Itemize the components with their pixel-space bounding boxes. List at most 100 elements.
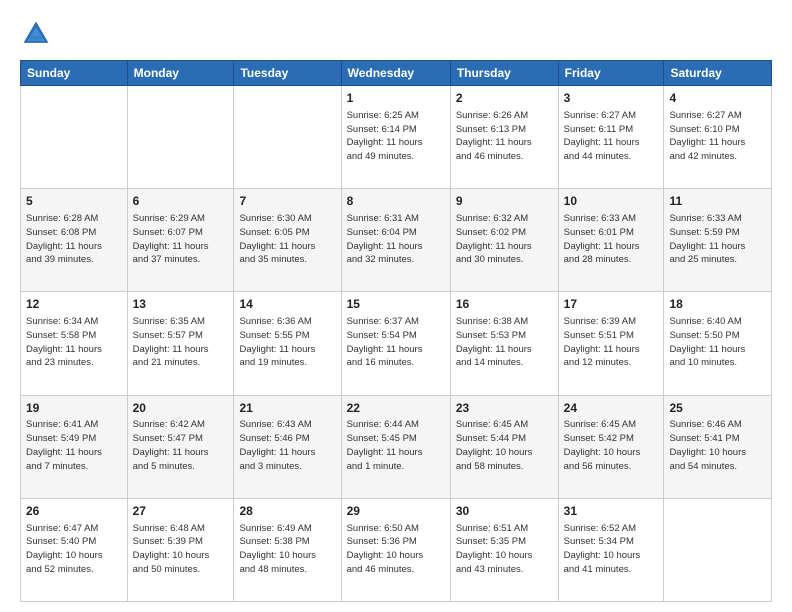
day-number: 12 [26,296,122,313]
day-info: Sunrise: 6:48 AM Sunset: 5:39 PM Dayligh… [133,522,229,577]
day-number: 6 [133,193,229,210]
day-number: 16 [456,296,553,313]
day-number: 23 [456,400,553,417]
day-cell: 31Sunrise: 6:52 AM Sunset: 5:34 PM Dayli… [558,498,664,601]
day-info: Sunrise: 6:40 AM Sunset: 5:50 PM Dayligh… [669,315,766,370]
day-info: Sunrise: 6:52 AM Sunset: 5:34 PM Dayligh… [564,522,659,577]
day-info: Sunrise: 6:43 AM Sunset: 5:46 PM Dayligh… [239,418,335,473]
day-info: Sunrise: 6:50 AM Sunset: 5:36 PM Dayligh… [347,522,445,577]
day-info: Sunrise: 6:45 AM Sunset: 5:42 PM Dayligh… [564,418,659,473]
day-cell: 10 Sunrise: 6:33 AM Sunset: 6:01 PM Dayli… [558,189,664,292]
day-info: Sunrise: 6:36 AM Sunset: 5:55 PM Dayligh… [239,315,335,370]
day-cell: 7 Sunrise: 6:30 AM Sunset: 6:05 PM Daylig… [234,189,341,292]
day-number: 18 [669,296,766,313]
day-cell [234,86,341,189]
day-cell: 24Sunrise: 6:45 AM Sunset: 5:42 PM Dayli… [558,395,664,498]
day-number: 7 [239,193,335,210]
day-cell: 17Sunrise: 6:39 AM Sunset: 5:51 PM Dayli… [558,292,664,395]
day-cell: 1 Sunrise: 6:25 AM Sunset: 6:14 PM Daylig… [341,86,450,189]
day-number: 17 [564,296,659,313]
weekday-header-monday: Monday [127,61,234,86]
day-number: 30 [456,503,553,520]
week-row-2: 5 Sunrise: 6:28 AM Sunset: 6:08 PM Daylig… [21,189,772,292]
day-cell: 20Sunrise: 6:42 AM Sunset: 5:47 PM Dayli… [127,395,234,498]
day-cell [127,86,234,189]
day-cell: 28 Sunrise: 6:49 AM Sunset: 5:38 PM Dayli… [234,498,341,601]
day-number: 29 [347,503,445,520]
day-cell: 16 Sunrise: 6:38 AM Sunset: 5:53 PM Dayli… [450,292,558,395]
page: SundayMondayTuesdayWednesdayThursdayFrid… [0,0,792,612]
day-number: 10 [564,193,659,210]
week-row-3: 12Sunrise: 6:34 AM Sunset: 5:58 PM Dayli… [21,292,772,395]
day-cell: 4 Sunrise: 6:27 AM Sunset: 6:10 PM Daylig… [664,86,772,189]
day-cell: 30 Sunrise: 6:51 AM Sunset: 5:35 PM Dayli… [450,498,558,601]
day-info: Sunrise: 6:51 AM Sunset: 5:35 PM Dayligh… [456,522,553,577]
day-info: Sunrise: 6:29 AM Sunset: 6:07 PM Dayligh… [133,212,229,267]
day-number: 4 [669,90,766,107]
day-cell: 23Sunrise: 6:45 AM Sunset: 5:44 PM Dayli… [450,395,558,498]
day-cell: 27 Sunrise: 6:48 AM Sunset: 5:39 PM Dayli… [127,498,234,601]
day-number: 8 [347,193,445,210]
day-info: Sunrise: 6:41 AM Sunset: 5:49 PM Dayligh… [26,418,122,473]
day-number: 26 [26,503,122,520]
day-info: Sunrise: 6:27 AM Sunset: 6:10 PM Dayligh… [669,109,766,164]
day-info: Sunrise: 6:28 AM Sunset: 6:08 PM Dayligh… [26,212,122,267]
day-info: Sunrise: 6:26 AM Sunset: 6:13 PM Dayligh… [456,109,553,164]
day-info: Sunrise: 6:44 AM Sunset: 5:45 PM Dayligh… [347,418,445,473]
day-number: 9 [456,193,553,210]
day-number: 27 [133,503,229,520]
day-number: 2 [456,90,553,107]
day-info: Sunrise: 6:42 AM Sunset: 5:47 PM Dayligh… [133,418,229,473]
day-info: Sunrise: 6:31 AM Sunset: 6:04 PM Dayligh… [347,212,445,267]
day-number: 5 [26,193,122,210]
day-number: 25 [669,400,766,417]
day-number: 24 [564,400,659,417]
day-cell: 13 Sunrise: 6:35 AM Sunset: 5:57 PM Dayli… [127,292,234,395]
day-cell: 26Sunrise: 6:47 AM Sunset: 5:40 PM Dayli… [21,498,128,601]
day-info: Sunrise: 6:32 AM Sunset: 6:02 PM Dayligh… [456,212,553,267]
day-cell: 21Sunrise: 6:43 AM Sunset: 5:46 PM Dayli… [234,395,341,498]
day-number: 1 [347,90,445,107]
week-row-5: 26Sunrise: 6:47 AM Sunset: 5:40 PM Dayli… [21,498,772,601]
day-cell: 15 Sunrise: 6:37 AM Sunset: 5:54 PM Dayli… [341,292,450,395]
day-info: Sunrise: 6:38 AM Sunset: 5:53 PM Dayligh… [456,315,553,370]
day-info: Sunrise: 6:37 AM Sunset: 5:54 PM Dayligh… [347,315,445,370]
day-number: 22 [347,400,445,417]
week-row-1: 1 Sunrise: 6:25 AM Sunset: 6:14 PM Daylig… [21,86,772,189]
weekday-header-row: SundayMondayTuesdayWednesdayThursdayFrid… [21,61,772,86]
day-cell: 19Sunrise: 6:41 AM Sunset: 5:49 PM Dayli… [21,395,128,498]
day-cell: 9 Sunrise: 6:32 AM Sunset: 6:02 PM Daylig… [450,189,558,292]
day-number: 13 [133,296,229,313]
day-info: Sunrise: 6:35 AM Sunset: 5:57 PM Dayligh… [133,315,229,370]
day-info: Sunrise: 6:25 AM Sunset: 6:14 PM Dayligh… [347,109,445,164]
weekday-header-wednesday: Wednesday [341,61,450,86]
day-info: Sunrise: 6:46 AM Sunset: 5:41 PM Dayligh… [669,418,766,473]
weekday-header-tuesday: Tuesday [234,61,341,86]
day-info: Sunrise: 6:33 AM Sunset: 5:59 PM Dayligh… [669,212,766,267]
day-cell: 11Sunrise: 6:33 AM Sunset: 5:59 PM Dayli… [664,189,772,292]
day-cell: 3 Sunrise: 6:27 AM Sunset: 6:11 PM Daylig… [558,86,664,189]
day-cell: 6 Sunrise: 6:29 AM Sunset: 6:07 PM Daylig… [127,189,234,292]
day-info: Sunrise: 6:49 AM Sunset: 5:38 PM Dayligh… [239,522,335,577]
day-number: 28 [239,503,335,520]
day-number: 14 [239,296,335,313]
header [20,18,772,50]
day-cell: 29 Sunrise: 6:50 AM Sunset: 5:36 PM Dayli… [341,498,450,601]
day-cell: 14 Sunrise: 6:36 AM Sunset: 5:55 PM Dayli… [234,292,341,395]
day-number: 19 [26,400,122,417]
day-cell: 18 Sunrise: 6:40 AM Sunset: 5:50 PM Dayli… [664,292,772,395]
logo [20,18,56,50]
day-cell: 25Sunrise: 6:46 AM Sunset: 5:41 PM Dayli… [664,395,772,498]
day-number: 15 [347,296,445,313]
day-cell: 8 Sunrise: 6:31 AM Sunset: 6:04 PM Daylig… [341,189,450,292]
day-info: Sunrise: 6:30 AM Sunset: 6:05 PM Dayligh… [239,212,335,267]
day-number: 3 [564,90,659,107]
day-info: Sunrise: 6:33 AM Sunset: 6:01 PM Dayligh… [564,212,659,267]
day-cell: 5 Sunrise: 6:28 AM Sunset: 6:08 PM Daylig… [21,189,128,292]
day-info: Sunrise: 6:27 AM Sunset: 6:11 PM Dayligh… [564,109,659,164]
day-cell: 22Sunrise: 6:44 AM Sunset: 5:45 PM Dayli… [341,395,450,498]
day-cell: 2 Sunrise: 6:26 AM Sunset: 6:13 PM Daylig… [450,86,558,189]
day-cell [21,86,128,189]
day-info: Sunrise: 6:45 AM Sunset: 5:44 PM Dayligh… [456,418,553,473]
logo-icon [20,18,52,50]
